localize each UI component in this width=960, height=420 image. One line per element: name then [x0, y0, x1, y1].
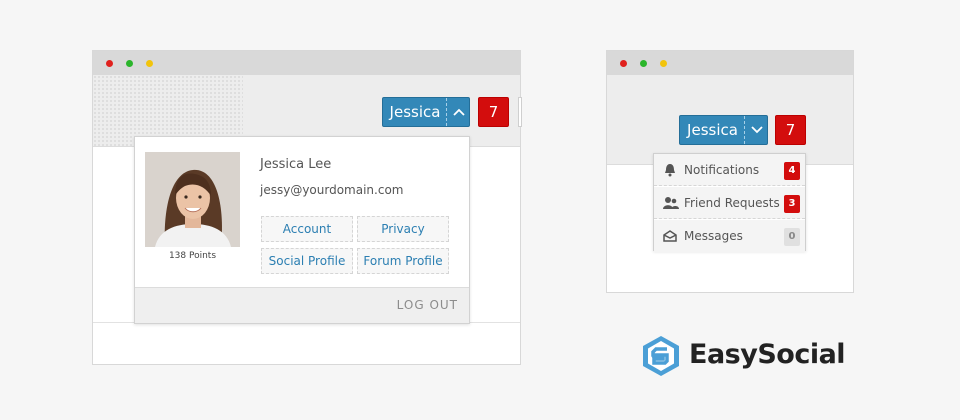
close-dot[interactable]: [620, 60, 627, 67]
menu-item-label: Messages: [684, 229, 743, 243]
minimize-dot[interactable]: [146, 60, 153, 67]
account-link[interactable]: Account: [261, 216, 353, 242]
toolbar-edge: [518, 97, 522, 127]
chevron-up-icon[interactable]: [446, 98, 470, 126]
profile-email: jessy@yourdomain.com: [260, 183, 404, 197]
easysocial-logo-icon: [643, 336, 679, 376]
minimize-dot[interactable]: [660, 60, 667, 67]
bell-icon: [663, 163, 677, 177]
profile-footer: LOG OUT: [135, 287, 469, 323]
user-name-label: Jessica: [389, 103, 441, 121]
points-label: 138 Points: [168, 251, 217, 261]
user-menu-button[interactable]: Jessica: [679, 115, 768, 145]
menu-item-label: Friend Requests: [684, 196, 780, 210]
notifications-dropdown: Notifications 4 Friend Requests 3 Messag…: [653, 153, 806, 252]
count-badge: 0: [784, 228, 800, 246]
forum-profile-link[interactable]: Forum Profile: [357, 248, 449, 274]
menu-item-label: Notifications: [684, 163, 760, 177]
brand-logo: EasySocial: [641, 334, 846, 378]
user-name-label: Jessica: [687, 121, 738, 139]
social-profile-link[interactable]: Social Profile: [261, 248, 353, 274]
notification-count-badge[interactable]: 7: [775, 115, 806, 145]
brand-name: EasySocial: [689, 339, 846, 370]
maximize-dot[interactable]: [126, 60, 133, 67]
chevron-down-icon[interactable]: [744, 116, 768, 144]
notification-count-badge[interactable]: 7: [478, 97, 509, 127]
privacy-link[interactable]: Privacy: [357, 216, 449, 242]
profile-dropdown: 138 Points Jessica Lee jessy@yourdomain.…: [134, 136, 470, 324]
window-titlebar: [93, 51, 520, 75]
avatar: [145, 152, 240, 247]
menu-item-friend-requests[interactable]: Friend Requests 3: [654, 187, 805, 219]
count-badge: 4: [784, 162, 800, 180]
logout-link[interactable]: LOG OUT: [397, 298, 458, 312]
maximize-dot[interactable]: [640, 60, 647, 67]
menu-item-messages[interactable]: Messages 0: [654, 220, 805, 252]
close-dot[interactable]: [106, 60, 113, 67]
profile-full-name: Jessica Lee: [260, 157, 332, 172]
count-badge: 3: [784, 195, 800, 213]
menu-item-notifications[interactable]: Notifications 4: [654, 154, 805, 186]
users-icon: [663, 196, 679, 210]
window-titlebar: [607, 51, 853, 75]
envelope-icon: [663, 229, 677, 243]
user-menu-button[interactable]: Jessica: [382, 97, 470, 127]
